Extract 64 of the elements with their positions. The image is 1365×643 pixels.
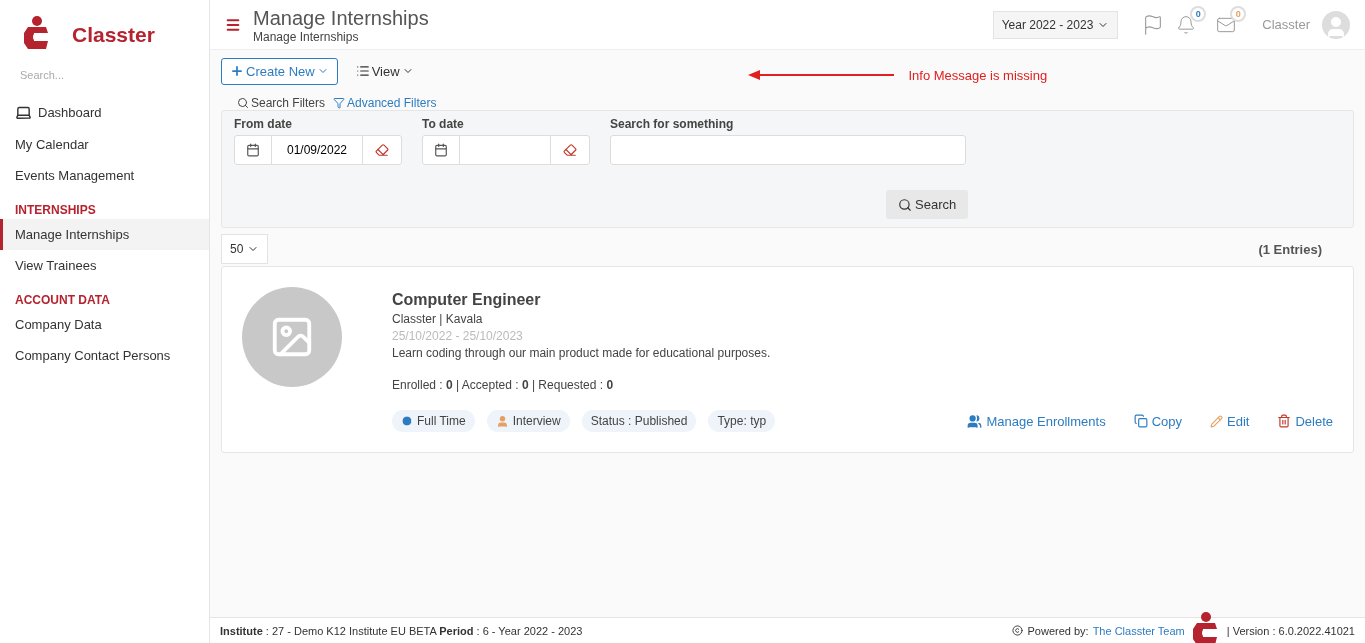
- field-label: From date: [234, 117, 293, 131]
- sidebar-item[interactable]: Manage Internships: [0, 219, 209, 250]
- pencil-icon: [1210, 414, 1223, 428]
- clear-button[interactable]: [550, 135, 590, 165]
- users-icon: [967, 413, 983, 429]
- tag: Interview: [486, 410, 570, 432]
- copyright-icon: [1012, 625, 1024, 636]
- list-icon: [355, 64, 370, 78]
- trash-icon: [1277, 414, 1292, 428]
- message-count: 0: [1230, 5, 1247, 22]
- version-text: | Version : 6.0.2022.41021: [1226, 624, 1355, 637]
- menu-icon[interactable]: [225, 16, 241, 33]
- annotation-text: Info Message is missing: [908, 67, 1048, 83]
- tag: Type: typ: [708, 410, 776, 432]
- search-icon: [237, 97, 249, 109]
- calendar-button[interactable]: [422, 135, 460, 165]
- filter-icon: [333, 97, 346, 109]
- action-link[interactable]: Delete: [1277, 413, 1333, 429]
- plus-icon: [230, 64, 244, 78]
- filter-tab[interactable]: Search Filters: [237, 96, 326, 110]
- date-field[interactable]: [460, 135, 550, 165]
- eraser-icon: [375, 143, 389, 157]
- date-field[interactable]: 01/09/2022: [272, 135, 362, 165]
- calendar-icon: [246, 143, 260, 157]
- tag: Status : Published: [581, 410, 697, 432]
- create-new-button[interactable]: Create New: [221, 57, 338, 85]
- person-icon: [495, 414, 509, 428]
- description: Learn coding through our main product made for educational purposes.: [392, 346, 772, 360]
- institute-info: Institute : 27 - Demo K12 Institute EU BETA Period : 6 - Year 2022 - 2023: [220, 624, 583, 637]
- search-icon: [898, 197, 912, 212]
- field-label: To date: [422, 117, 465, 131]
- sidebar-section-title: INTERNSHIPS: [14, 202, 97, 219]
- entries-count: (1 Entries): [1258, 241, 1322, 257]
- search-button[interactable]: Search: [886, 190, 969, 219]
- search-field[interactable]: [610, 135, 966, 165]
- action-link[interactable]: Manage Enrollments: [967, 413, 1106, 429]
- enrollment-stats: Enrolled : 0 | Accepted : 0 | Requested : 0: [392, 378, 615, 392]
- view-button[interactable]: View: [345, 58, 424, 84]
- sidebar-search-field[interactable]: Search...: [18, 68, 188, 82]
- action-link[interactable]: Copy: [1133, 413, 1182, 429]
- action-link[interactable]: Edit: [1210, 413, 1250, 429]
- breadcrumb: Manage Internships: [253, 29, 360, 44]
- date-range: 25/10/2022 - 25/10/2023: [392, 329, 524, 343]
- powered-by-label: Powered by:: [1027, 624, 1089, 637]
- tag: Full Time: [392, 410, 475, 432]
- internship-title: Computer Engineer: [392, 291, 542, 309]
- sidebar-section-title: ACCOUNT DATA: [14, 292, 111, 309]
- company-location: Classter | Kavala: [392, 312, 484, 326]
- copy-icon: [1133, 414, 1148, 428]
- eraser-icon: [563, 143, 577, 157]
- calendar-icon: [434, 143, 448, 157]
- brand-name: Classter: [72, 23, 155, 47]
- bell-icon[interactable]: [1176, 14, 1197, 35]
- avatar-icon[interactable]: [1322, 10, 1350, 39]
- filter-tab[interactable]: Advanced Filters: [333, 96, 437, 110]
- laptop-icon: [15, 104, 32, 121]
- year-selector[interactable]: Year 2022 - 2023: [992, 10, 1119, 39]
- page-size-selector[interactable]: 50: [221, 234, 269, 264]
- field-label: Search for something: [610, 117, 735, 131]
- clear-button[interactable]: [362, 135, 402, 165]
- calendar-button[interactable]: [234, 135, 272, 165]
- team-link[interactable]: The Classter Team: [1092, 624, 1185, 637]
- page-title: Manage Internships: [253, 5, 430, 30]
- notification-count: 0: [1190, 5, 1207, 22]
